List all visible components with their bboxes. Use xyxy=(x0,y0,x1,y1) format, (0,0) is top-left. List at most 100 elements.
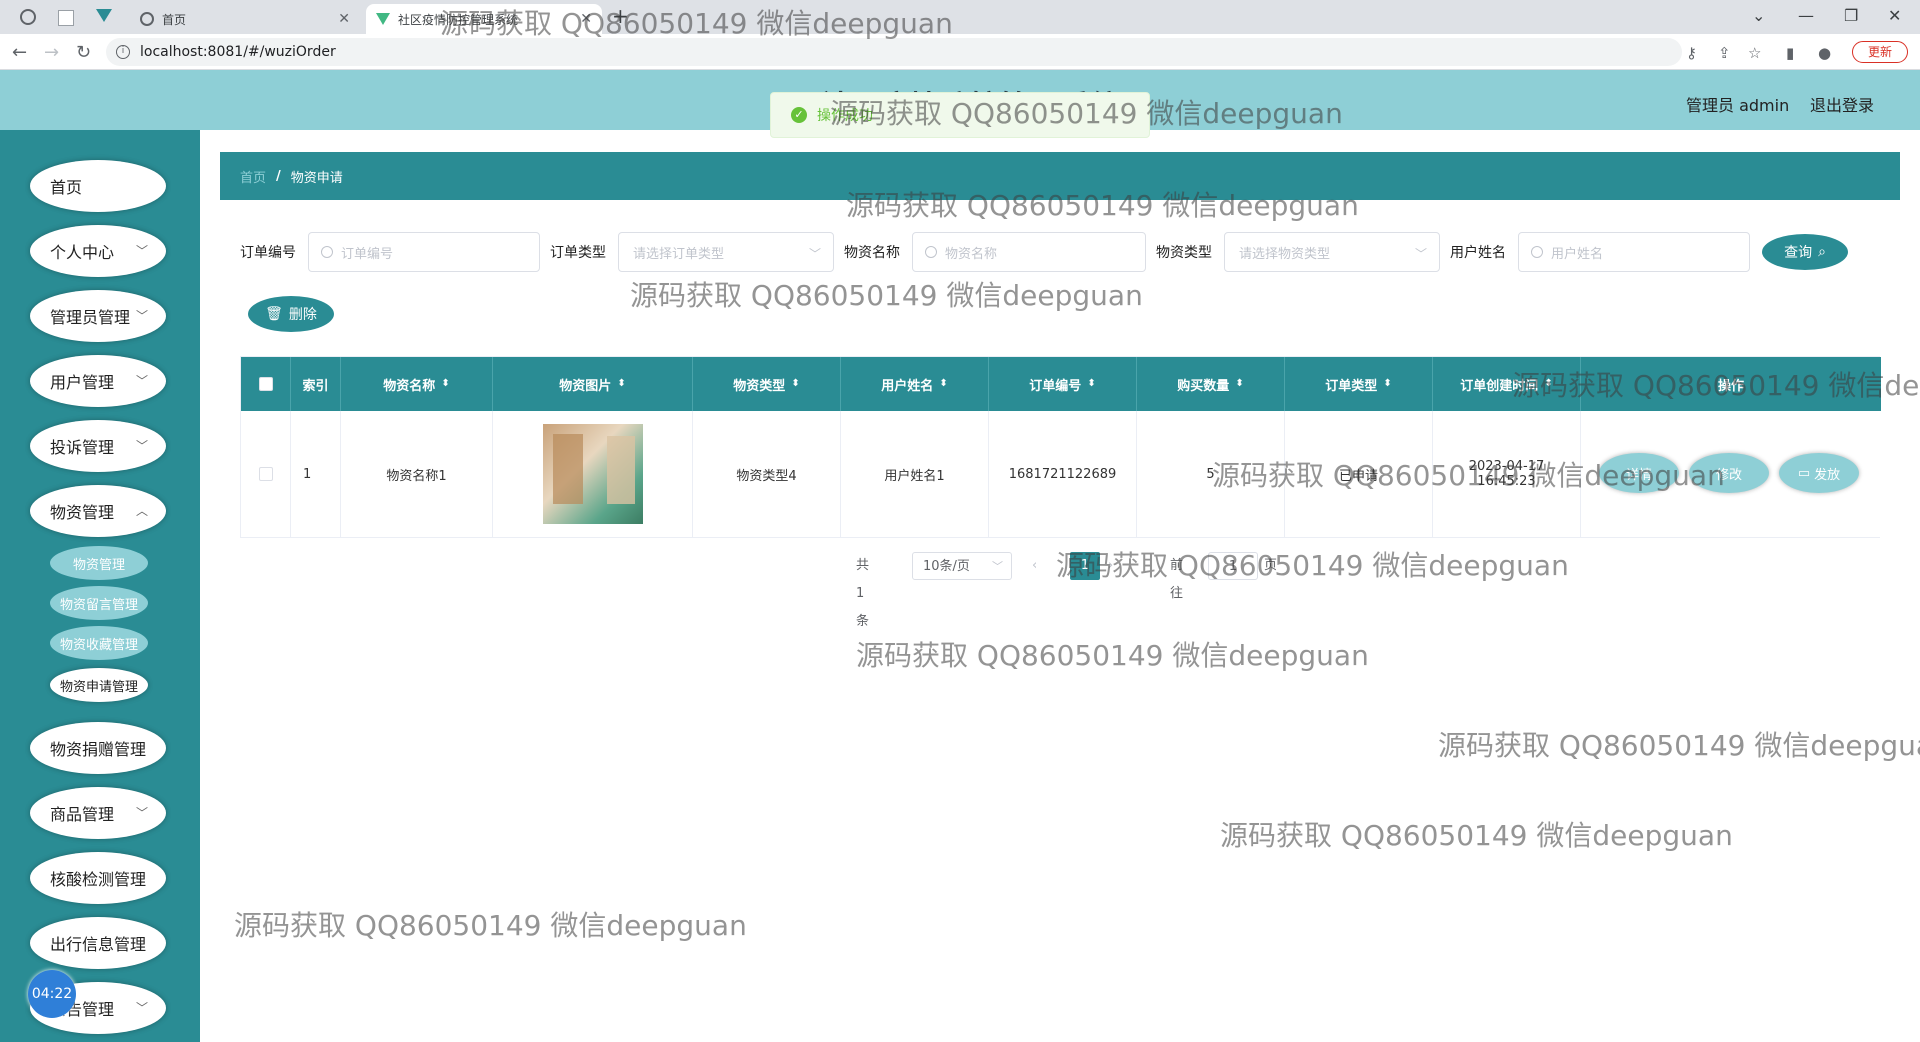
sidebar-item-travel[interactable]: 出行信息管理 xyxy=(30,917,166,969)
breadcrumb-separator: / xyxy=(276,168,281,184)
sidebar-subitem-goods-requests[interactable]: 物资申请管理 xyxy=(50,668,148,702)
goods-type-select[interactable]: 请选择物资类型 ﹀ xyxy=(1224,232,1440,272)
sidebar-item-admins[interactable]: 管理员管理 ﹀ xyxy=(30,290,166,342)
sort-icon[interactable]: ⬍ xyxy=(441,379,449,389)
watermark: 源码获取 QQ86050149 微信deepguan xyxy=(856,639,1369,672)
sort-icon[interactable]: ⬍ xyxy=(1235,379,1243,389)
table-header: 索引 物资名称 ⬍ 物资图片 ⬍ 物资类型 ⬍ 用户姓名 ⬍ 订单编号 ⬍ 购买数量 ⬍ 订… xyxy=(241,357,1881,411)
col-order-no[interactable]: 订单编号 ⬍ xyxy=(989,357,1137,411)
star-icon[interactable]: ☆ xyxy=(1748,44,1761,62)
detail-button[interactable]: 详情 xyxy=(1599,453,1679,493)
goods-name-input[interactable]: 物资名称 xyxy=(912,232,1146,272)
select-all-checkbox[interactable] xyxy=(258,377,273,391)
row-checkbox[interactable] xyxy=(258,467,273,481)
sidebar-subitem-goods-favorites[interactable]: 物资收藏管理 xyxy=(50,626,148,660)
chevron-down-icon: ﹀ xyxy=(992,560,1003,573)
sidebar-item-goods[interactable]: 物资管理 ︿ xyxy=(30,485,166,537)
order-no-input[interactable]: 订单编号 xyxy=(308,232,540,272)
next-page-icon[interactable]: › xyxy=(1108,552,1113,580)
browser-toolbar: ← → ↻ i localhost:8081/#/wuziOrder ⚷ ⇪ ☆… xyxy=(0,34,1920,70)
sidepanel-icon[interactable]: ▮ xyxy=(1786,44,1794,62)
select-all-cell xyxy=(241,357,291,411)
page-size-select[interactable]: 10条/页 ﹀ xyxy=(912,552,1012,580)
pinned-tab-icon[interactable] xyxy=(20,9,36,25)
share-icon[interactable]: ⇪ xyxy=(1718,44,1731,62)
profile-icon[interactable]: ● xyxy=(1818,44,1831,62)
sidebar-item-profile[interactable]: 个人中心 ﹀ xyxy=(30,225,166,277)
search-icon xyxy=(1531,246,1543,258)
breadcrumb-home[interactable]: 首页 xyxy=(240,167,266,186)
back-icon[interactable]: ← xyxy=(12,42,27,63)
address-input[interactable]: i localhost:8081/#/wuziOrder xyxy=(106,38,1682,66)
goto-page-input[interactable]: 1 xyxy=(1208,552,1258,580)
minimize-icon[interactable]: — xyxy=(1798,6,1814,25)
col-order-type[interactable]: 订单类型 ⬍ xyxy=(1285,357,1433,411)
sort-icon[interactable]: ⬍ xyxy=(1383,379,1391,389)
sidebar-item-home[interactable]: 首页 xyxy=(30,160,166,212)
watermark: 源码获取 QQ86050149 微信deepguan xyxy=(1220,819,1733,852)
chevron-up-icon: ︿ xyxy=(135,504,148,518)
col-goods-type[interactable]: 物资类型 ⬍ xyxy=(693,357,841,411)
vue-tab-icon[interactable] xyxy=(96,9,112,22)
chevron-down-icon[interactable]: ⌄ xyxy=(1752,6,1765,25)
order-type-select[interactable]: 请选择订单类型 ﹀ xyxy=(618,232,834,272)
delete-button[interactable]: 🗑 删除 xyxy=(248,296,334,332)
forward-icon[interactable]: → xyxy=(44,42,59,63)
prev-page-icon[interactable]: ‹ xyxy=(1032,552,1037,580)
col-goods-image[interactable]: 物资图片 ⬍ xyxy=(493,357,693,411)
table-row: 1 物资名称1 物资类型4 用户姓名1 1681721122689 5 已申请 … xyxy=(241,411,1881,537)
watermark: 源码获取 QQ86050149 微信deepguan xyxy=(630,279,1143,312)
tab-system[interactable]: 社区疫情防控管理系统 ✕ xyxy=(366,4,602,34)
sidebar-subitem-goods[interactable]: 物资管理 xyxy=(50,546,148,580)
key-icon[interactable]: ⚷ xyxy=(1686,44,1697,62)
sort-icon[interactable]: ⬍ xyxy=(1544,379,1552,389)
sidebar-item-users[interactable]: 用户管理 ﹀ xyxy=(30,355,166,407)
dispatch-button[interactable]: ▭ 发放 xyxy=(1779,453,1859,493)
cell-index: 1 xyxy=(291,411,341,537)
sort-icon[interactable]: ⬍ xyxy=(1087,379,1095,389)
cell-goods-type: 物资类型4 xyxy=(693,411,841,537)
order-type-label: 订单类型 xyxy=(550,245,606,261)
cell-order-no: 1681721122689 xyxy=(989,411,1137,537)
col-user-name[interactable]: 用户姓名 ⬍ xyxy=(841,357,989,411)
sort-icon[interactable]: ⬍ xyxy=(939,379,947,389)
logout-link[interactable]: 退出登录 xyxy=(1810,92,1874,116)
reload-icon[interactable]: ↻ xyxy=(76,42,91,63)
restore-icon[interactable]: ❐ xyxy=(1844,6,1858,25)
edit-button[interactable]: 修改 xyxy=(1689,453,1769,493)
goods-image[interactable] xyxy=(542,424,643,524)
sidebar-item-complaints[interactable]: 投诉管理 ﹀ xyxy=(30,420,166,472)
sidebar-item-nucleic-tests[interactable]: 核酸检测管理 xyxy=(30,852,166,904)
close-icon[interactable]: ✕ xyxy=(338,11,350,27)
sidebar-item-products[interactable]: 商品管理 ﹀ xyxy=(30,787,166,839)
page-suffix-label: 页 xyxy=(1264,558,1278,573)
pinned-tab-icon[interactable] xyxy=(58,10,74,26)
cell-goods-name: 物资名称1 xyxy=(341,411,493,537)
close-icon[interactable]: ✕ xyxy=(580,11,592,27)
col-goods-name[interactable]: 物资名称 ⬍ xyxy=(341,357,493,411)
close-window-icon[interactable]: ✕ xyxy=(1888,6,1901,25)
info-icon[interactable]: i xyxy=(116,45,130,59)
user-name-input[interactable]: 用户姓名 xyxy=(1518,232,1750,272)
orders-table: 索引 物资名称 ⬍ 物资图片 ⬍ 物资类型 ⬍ 用户姓名 ⬍ 订单编号 ⬍ 购买数量 ⬍ 订… xyxy=(240,356,1881,538)
query-button[interactable]: 查询 ⌕ xyxy=(1762,234,1848,270)
sidebar-item-donations[interactable]: 物资捐赠管理 xyxy=(30,722,166,774)
col-created[interactable]: 订单创建时间 ⬍ xyxy=(1433,357,1581,411)
col-qty[interactable]: 购买数量 ⬍ xyxy=(1137,357,1285,411)
order-no-label: 订单编号 xyxy=(240,245,296,261)
new-tab-icon[interactable]: + xyxy=(612,4,629,28)
sort-icon[interactable]: ⬍ xyxy=(791,379,799,389)
user-name-label: 用户姓名 xyxy=(1450,245,1506,261)
search-icon xyxy=(925,246,937,258)
trash-icon: 🗑 xyxy=(265,306,283,322)
book-icon: ▭ xyxy=(1797,465,1811,481)
recording-timer: 04:22 xyxy=(28,970,76,1018)
page-number[interactable]: 1 xyxy=(1070,552,1100,580)
goods-name-label: 物资名称 xyxy=(844,245,900,261)
update-button[interactable]: 更新 xyxy=(1852,41,1908,63)
sort-icon[interactable]: ⬍ xyxy=(617,379,625,389)
tab-home[interactable]: 首页 ✕ xyxy=(130,4,360,34)
search-icon: ⌕ xyxy=(1818,244,1826,260)
sidebar-subitem-goods-messages[interactable]: 物资留言管理 xyxy=(50,586,148,620)
cell-actions: 详情 修改 ▭ 发放 xyxy=(1581,411,1881,537)
